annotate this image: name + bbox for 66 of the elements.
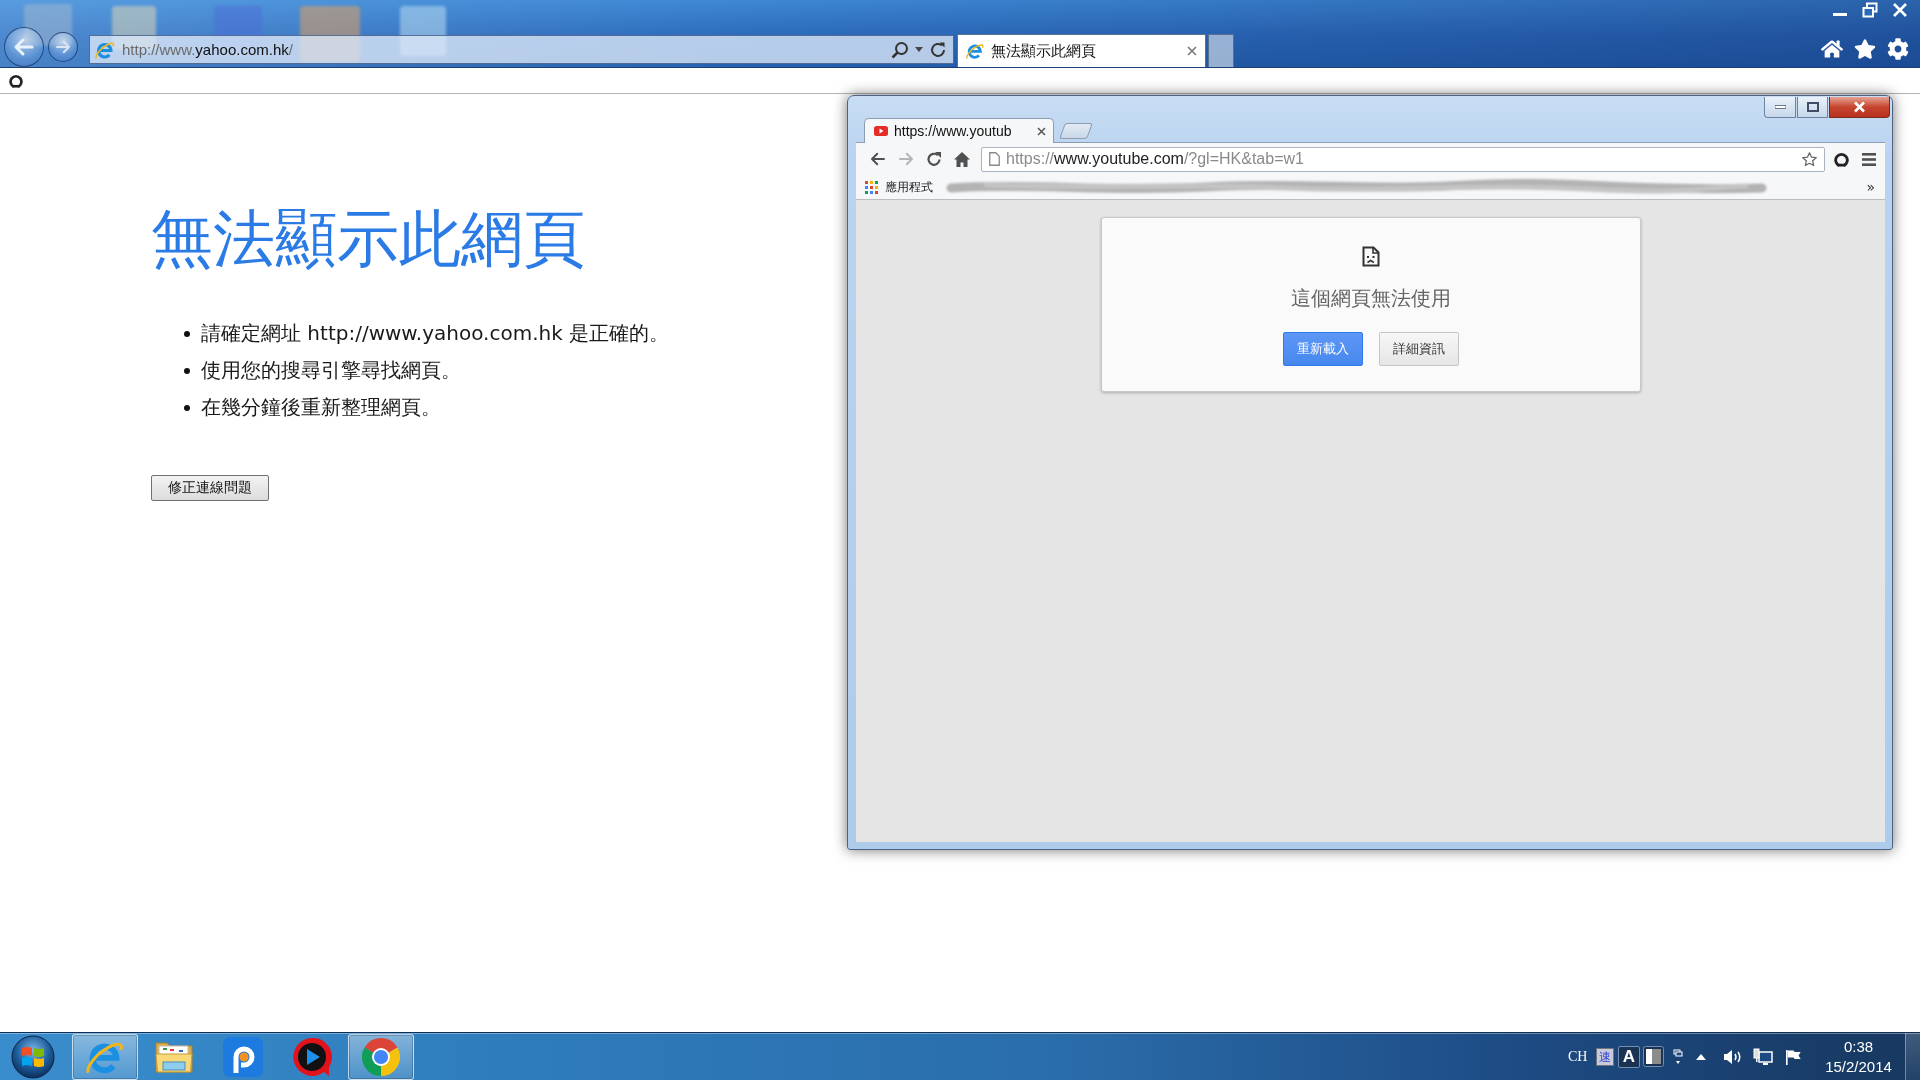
network-icon[interactable]	[1753, 1047, 1773, 1066]
star-icon[interactable]	[1854, 38, 1876, 60]
menu-icon[interactable]	[1862, 152, 1876, 166]
language-indicator[interactable]: CH	[1568, 1048, 1588, 1065]
speaker-icon[interactable]	[1723, 1048, 1743, 1065]
maximize-button[interactable]	[1797, 97, 1828, 118]
home-icon[interactable]	[954, 151, 970, 167]
ring-logo-icon[interactable]	[9, 73, 23, 88]
close-icon[interactable]	[1037, 126, 1046, 136]
blurred-tile-icon	[24, 4, 72, 46]
arrow-right-icon	[54, 38, 72, 56]
clock-time[interactable]: 0:38	[1843, 1036, 1874, 1057]
omnibox-field[interactable]: https://www.youtube.com/?gl=HK&tab=w1	[981, 146, 1825, 172]
chrome-logo-icon	[362, 1037, 400, 1076]
play-favicon-icon	[874, 126, 888, 136]
sad-page-icon	[1361, 246, 1380, 267]
close-icon	[1853, 101, 1866, 113]
details-button[interactable]: 詳細資訊	[1378, 332, 1459, 366]
address-field[interactable]: http://www.yahoo.com.hk/	[89, 35, 954, 64]
flag-icon[interactable]	[1785, 1048, 1802, 1065]
bullet-icon	[184, 404, 190, 411]
input-mode-button[interactable]: A	[1618, 1045, 1640, 1068]
folder-icon	[155, 1040, 193, 1073]
page-heading: 無法顯示此網頁	[151, 202, 585, 276]
search-icon[interactable]	[891, 40, 909, 59]
bullet-icon	[184, 367, 190, 374]
settings-icon[interactable]	[1887, 38, 1909, 60]
tip-text: 請確定網址 http://www.yahoo.com.hk 是正確的。	[201, 320, 670, 347]
browser-tab[interactable]: 無法顯示此網頁	[957, 34, 1206, 67]
clock-date[interactable]: 15/2/2014	[1825, 1056, 1892, 1077]
apps-link[interactable]: 應用程式	[885, 178, 933, 196]
back-arrow-icon	[869, 150, 887, 168]
close-icon[interactable]	[1187, 46, 1197, 56]
close-button[interactable]	[1829, 97, 1890, 118]
up-triangle-icon[interactable]	[1696, 1053, 1706, 1060]
more-bookmarks-button[interactable]: »	[1866, 179, 1875, 195]
forward-arrow-icon	[897, 150, 915, 168]
play-app-icon	[292, 1036, 332, 1077]
restore-bar-icon[interactable]	[1673, 1048, 1683, 1065]
reload-icon[interactable]	[926, 151, 942, 167]
start-orb-icon[interactable]	[11, 1034, 55, 1079]
home-icon[interactable]	[1821, 38, 1843, 60]
minimize-icon	[1774, 105, 1786, 109]
tip-text: 使用您的搜尋引擎尋找網頁。	[201, 357, 461, 384]
error-message: 這個網頁無法使用	[1290, 286, 1451, 310]
page-icon	[989, 152, 1000, 166]
pptv-app-icon	[223, 1036, 263, 1077]
ring-logo-icon[interactable]	[1833, 151, 1849, 167]
bullet-icon	[184, 330, 190, 337]
input-method-indicator[interactable]: 速	[1596, 1047, 1614, 1066]
taskbar-app-button[interactable]	[348, 1033, 414, 1080]
apps-grid-icon[interactable]	[865, 180, 878, 194]
minimize-button[interactable]	[1764, 97, 1796, 118]
fix-connection-button[interactable]: 修正連線問題	[151, 475, 269, 501]
ie-logo-icon	[965, 41, 985, 61]
tip-text: 在幾分鐘後重新整理網頁。	[201, 394, 441, 421]
width-mode-icon[interactable]	[1643, 1046, 1664, 1067]
refresh-icon[interactable]	[929, 40, 947, 59]
forward-button[interactable]	[48, 32, 78, 62]
back-button[interactable]	[4, 27, 44, 67]
caret-down-icon[interactable]	[915, 47, 923, 52]
maximize-icon	[1806, 102, 1819, 112]
restore-icon[interactable]	[1862, 2, 1878, 18]
browser-tab[interactable]: https://www.youtub	[864, 118, 1054, 143]
star-icon[interactable]	[1801, 150, 1818, 168]
show-desktop-button[interactable]	[1905, 1033, 1920, 1080]
